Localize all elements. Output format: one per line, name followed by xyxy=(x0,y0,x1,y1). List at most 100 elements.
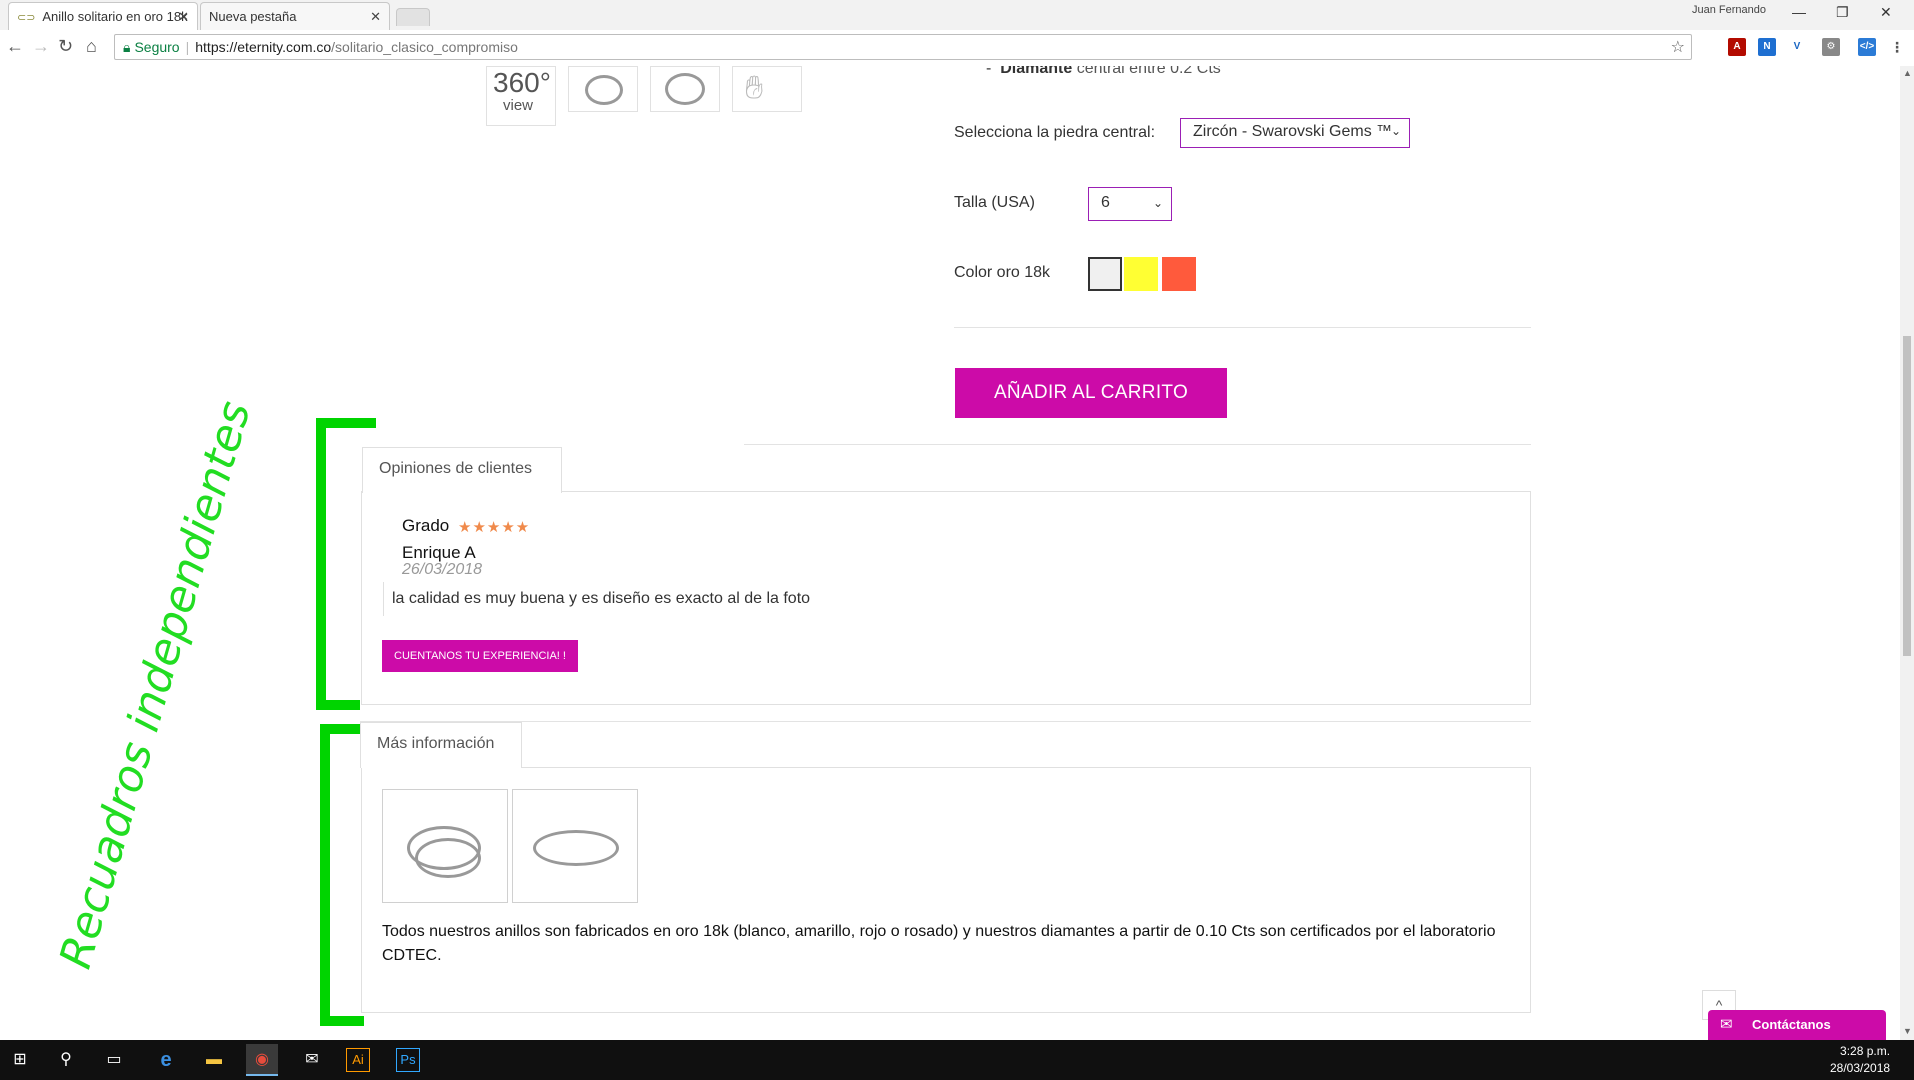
clock-time: 3:28 p.m. xyxy=(1840,1044,1891,1058)
taskbar-clock[interactable]: 3:28 p.m. 28/03/2018 xyxy=(1830,1043,1890,1077)
color-label: Color oro 18k xyxy=(954,264,1051,281)
product-image-1[interactable] xyxy=(382,789,508,903)
contact-chat-button[interactable]: ✉ Contáctanos xyxy=(1708,1010,1886,1040)
code-extension-icon[interactable]: </> xyxy=(1858,38,1876,56)
diamond-bullet: - Diamante central entre 0.2 Cts xyxy=(986,66,1221,78)
scrollbar-thumb[interactable] xyxy=(1903,336,1911,656)
annotation-bracket-top-vertical xyxy=(316,418,326,708)
search-icon[interactable]: ⚲ xyxy=(50,1044,82,1076)
reload-icon[interactable]: ↻ xyxy=(58,36,73,57)
annotation-bracket-top-cap xyxy=(316,418,376,428)
illustrator-icon[interactable]: Ai xyxy=(346,1048,370,1072)
photoshop-icon[interactable]: Ps xyxy=(396,1048,420,1072)
maximize-icon[interactable]: ❐ xyxy=(1836,4,1849,21)
tab-favicon-icon: ⊂⊃ xyxy=(17,12,36,24)
acrobat-extension-icon[interactable]: A xyxy=(1728,38,1746,56)
bookmark-star-icon[interactable]: ☆ xyxy=(1671,37,1685,57)
ring-thumbnail-1[interactable] xyxy=(568,66,638,112)
grade-label: Grado xyxy=(402,516,450,535)
profile-name[interactable]: Juan Fernando xyxy=(1692,4,1766,16)
secure-label: Seguro xyxy=(134,39,180,55)
ring-image xyxy=(585,75,623,105)
tab-mas-informacion-label: Más información xyxy=(377,735,495,752)
divider xyxy=(744,444,1531,445)
hand-thumbnail[interactable]: ✋︎ xyxy=(732,66,802,112)
tab-mas-informacion[interactable]: Más información xyxy=(360,722,522,768)
mail-icon[interactable]: ✉ xyxy=(296,1044,328,1076)
color-swatch-red[interactable] xyxy=(1162,257,1196,291)
scroll-up-arrow-icon[interactable]: ▲ xyxy=(1903,68,1912,78)
tab-nueva-pestana[interactable]: Nueva pestaña ✕ xyxy=(200,2,390,30)
url-host: https://eternity.com.co xyxy=(195,39,332,55)
windows-start-icon[interactable]: ⊞ xyxy=(4,1044,36,1076)
task-view-icon[interactable]: ▭ xyxy=(98,1044,130,1076)
rating-stars: ★★★★★ xyxy=(458,519,531,536)
forward-icon[interactable]: → xyxy=(32,36,50,57)
browser-chrome: ⊂⊃ Anillo solitario en oro 18k ✕ Nueva p… xyxy=(0,0,1914,66)
back-icon[interactable]: ← xyxy=(6,36,24,57)
windows-taskbar xyxy=(0,1040,1914,1080)
stone-label: Selecciona la piedra central: xyxy=(954,124,1156,141)
review-date: 26/03/2018 xyxy=(402,561,483,578)
divider xyxy=(954,327,1531,328)
annotation-bracket-bottom-vertical xyxy=(320,724,330,1024)
tab-title: Nueva pestaña xyxy=(209,9,297,24)
edge-icon[interactable]: e xyxy=(150,1044,182,1076)
v-extension-icon[interactable]: V xyxy=(1788,38,1806,56)
web-page: 360° view ✋︎ - Diamante central entre 0.… xyxy=(0,66,1900,1040)
stone-select-value: Zircón - Swarovski Gems ™ xyxy=(1193,123,1393,140)
share-experience-button[interactable]: CUENTANOS TU EXPERIENCIA! ! xyxy=(382,640,578,672)
tab-opiniones-label: Opiniones de clientes xyxy=(379,460,532,477)
home-icon[interactable]: ⌂ xyxy=(86,36,97,57)
view360-big: 360° xyxy=(493,67,551,98)
size-select[interactable]: 6 ⌄ xyxy=(1088,187,1172,221)
tab-strip: ⊂⊃ Anillo solitario en oro 18k ✕ Nueva p… xyxy=(0,0,1914,30)
envelope-icon: ✉ xyxy=(1720,1016,1733,1033)
view360-small: view xyxy=(503,97,534,114)
tab-anillo[interactable]: ⊂⊃ Anillo solitario en oro 18k ✕ xyxy=(8,2,198,30)
file-explorer-icon[interactable]: ▬ xyxy=(198,1044,230,1076)
tab-title: Anillo solitario en oro 18k xyxy=(42,9,188,24)
close-window-icon[interactable]: ✕ xyxy=(1880,4,1892,21)
close-tab-icon[interactable]: ✕ xyxy=(178,9,189,25)
chevron-down-icon: ⌄ xyxy=(1152,196,1163,210)
ring-image xyxy=(533,830,619,866)
product-image-2[interactable] xyxy=(512,789,638,903)
page-scrollbar[interactable]: ▲ ▼ xyxy=(1900,66,1914,1040)
news-extension-icon[interactable]: N xyxy=(1758,38,1776,56)
chevron-down-icon: ⌄ xyxy=(1390,124,1401,138)
size-select-value: 6 xyxy=(1101,194,1110,211)
review-author: Enrique A xyxy=(402,543,476,562)
clock-date: 28/03/2018 xyxy=(1830,1061,1891,1075)
hand-image: ✋︎ xyxy=(745,69,764,105)
color-swatch-white[interactable] xyxy=(1088,257,1122,291)
ring-image xyxy=(665,73,705,105)
divider xyxy=(360,721,1531,722)
url-path: /solitario_clasico_compromiso xyxy=(331,39,518,55)
lock-icon: 🔒︎ xyxy=(123,39,131,55)
more-info-text: Todos nuestros anillos son fabricados en… xyxy=(382,923,1496,964)
annotation-bracket-bottom-cap xyxy=(320,724,360,734)
chrome-icon[interactable]: ◉ xyxy=(246,1044,278,1076)
view360-thumbnail[interactable]: 360° view xyxy=(486,66,556,126)
annotation-bracket-bottom-foot xyxy=(320,1016,364,1026)
ring-image xyxy=(415,838,481,878)
new-tab-button[interactable] xyxy=(396,8,430,26)
tool-extension-icon[interactable]: ⚙ xyxy=(1822,38,1840,56)
scroll-down-arrow-icon[interactable]: ▼ xyxy=(1903,1026,1912,1036)
diamond-bullet-label: Diamante xyxy=(1000,66,1073,77)
review-comment: la calidad es muy buena y es diseño es e… xyxy=(383,582,810,616)
add-to-cart-button[interactable]: AÑADIR AL CARRITO xyxy=(955,368,1227,418)
annotation-bracket-top-foot xyxy=(316,700,360,710)
color-swatch-yellow[interactable] xyxy=(1124,257,1158,291)
contact-label: Contáctanos xyxy=(1752,1017,1831,1032)
minimize-icon[interactable]: — xyxy=(1792,4,1806,20)
size-label: Talla (USA) xyxy=(954,194,1035,211)
diamond-bullet-text: central entre 0.2 Cts xyxy=(1076,66,1221,77)
tab-opiniones[interactable]: Opiniones de clientes xyxy=(362,447,562,493)
ring-thumbnail-2[interactable] xyxy=(650,66,720,112)
close-tab-icon[interactable]: ✕ xyxy=(370,9,381,25)
stone-select[interactable]: Zircón - Swarovski Gems ™ ⌄ xyxy=(1180,118,1410,148)
address-bar[interactable]: 🔒︎ Seguro | https://eternity.com.co/solitar… xyxy=(114,34,1692,60)
menu-icon[interactable]: ⋮ xyxy=(1888,38,1906,56)
